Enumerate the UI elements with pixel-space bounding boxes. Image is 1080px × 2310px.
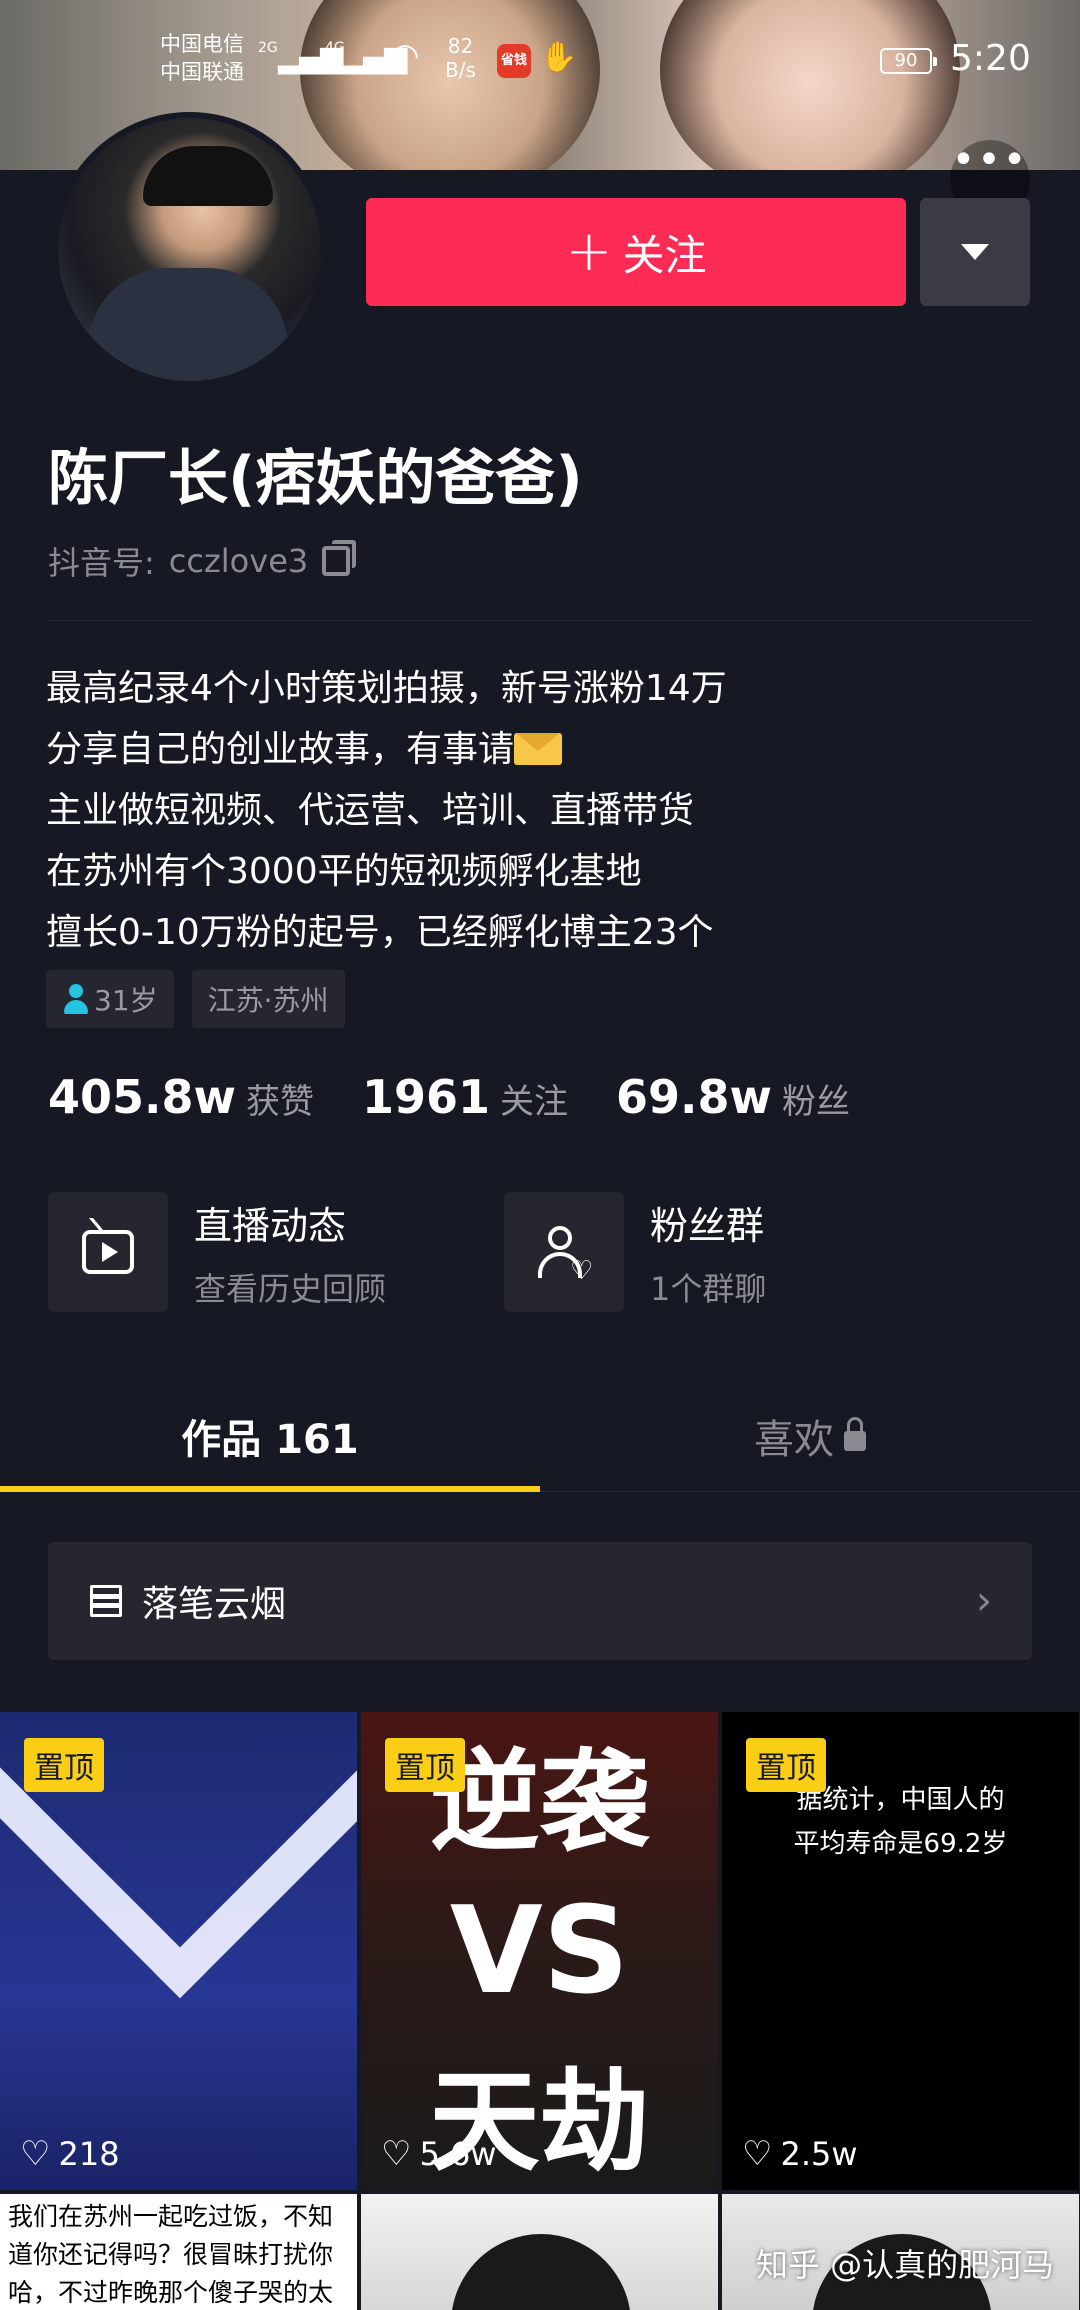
envelope-icon [514, 733, 563, 765]
video-thumbnail[interactable] [361, 2194, 718, 2310]
heart-icon: ♡ [20, 2134, 51, 2174]
wifi-icon: ◠ [390, 36, 420, 76]
chevron-right-icon: › [976, 1578, 992, 1624]
stat-following[interactable]: 1961 关注 [362, 1070, 568, 1124]
location-tag: 江苏·苏州 [191, 970, 345, 1028]
bio-line: 分享自己的创业故事，有事请 [46, 719, 727, 780]
content-tabs: 作品 161 喜欢 [0, 1380, 1080, 1492]
person-icon [62, 982, 90, 1016]
douyin-id-label: 抖音号: [48, 544, 155, 582]
douyin-id-value: cczlove3 [168, 542, 309, 580]
avatar-jacket [88, 268, 288, 381]
fan-group-subtitle: 1个群聊 [650, 1269, 767, 1308]
stat-followers[interactable]: 69.8w 粉丝 [616, 1070, 850, 1124]
profile-stats: 405.8w 获赞 1961 关注 69.8w 粉丝 [48, 1070, 898, 1124]
video-likes: ♡ 5.6w [381, 2134, 497, 2174]
app-notification-icon: 省钱 [497, 44, 531, 78]
fan-group-title: 粉丝群 [650, 1203, 765, 1248]
pinned-badge: 置顶 [24, 1738, 104, 1792]
fan-group-icon: ♡ [536, 1224, 593, 1286]
avatar[interactable] [52, 112, 327, 387]
live-icon-box [48, 1192, 168, 1312]
video-overlay-text: VS [449, 1882, 630, 2021]
tv-icon [82, 1230, 134, 1274]
pinned-badge: 置顶 [385, 1738, 465, 1792]
carrier-names: 中国电信 中国联通 [160, 32, 244, 84]
status-bar: 中国电信 中国联通 2G ▂▄▆ 4G ▂▄▆ ◠ 82 B/s 省钱 ✋ 90… [0, 0, 1080, 120]
video-thumbnail[interactable]: 置顶 ♡ 218 [0, 1712, 357, 2190]
video-overlay-text: 逆袭 [429, 1738, 650, 1866]
clock: 5:20 [950, 38, 1031, 79]
fan-group-icon-box: ♡ [504, 1192, 624, 1312]
video-likes: ♡ 2.5w [742, 2134, 858, 2174]
plus-icon: + [565, 219, 613, 284]
lock-icon [844, 1417, 866, 1451]
watermark: 知乎 @认真的肥河马 [756, 2246, 1055, 2284]
pinned-badge: 置顶 [746, 1738, 826, 1792]
bio: 最高纪录4个小时策划拍摄，新号涨粉14万 分享自己的创业故事，有事请 主业做短视… [46, 658, 727, 963]
avatar-cap [143, 146, 273, 206]
live-title: 直播动态 [194, 1203, 347, 1248]
video-thumbnail[interactable]: 我们在苏州一起吃过饭，不知 道你还记得吗？很冒昧打扰你 哈，不过昨晚那个傻子哭的… [0, 2194, 357, 2310]
bio-line: 擅长0-10万粉的起号，已经孵化博主23个 [46, 912, 714, 953]
stat-likes[interactable]: 405.8w 获赞 [48, 1070, 314, 1124]
hand-icon: ✋ [540, 40, 578, 75]
bio-line: 在苏州有个3000平的短视频孵化基地 [46, 851, 642, 892]
collection-label: 落笔云烟 [142, 1584, 287, 1625]
tab-works[interactable]: 作品 161 [0, 1380, 540, 1492]
bio-line: 主业做短视频、代运营、培训、直播带货 [46, 790, 695, 831]
recommend-dropdown-button[interactable] [920, 198, 1030, 306]
fan-group-entry[interactable]: ♡ 粉丝群 1个群聊 [504, 1192, 766, 1312]
tab-likes[interactable]: 喜欢 [540, 1380, 1080, 1492]
follow-button[interactable]: + 关注 [366, 198, 906, 306]
live-history-entry[interactable]: 直播动态 查看历史回顾 [48, 1192, 386, 1312]
profile-name: 陈厂长(痞妖的爸爸) [48, 444, 583, 514]
battery-icon: 90 [880, 48, 937, 74]
network-speed: 82 B/s [445, 34, 476, 82]
heart-icon: ♡ [381, 2134, 412, 2174]
heart-icon: ♡ [742, 2134, 773, 2174]
divider [48, 620, 1032, 621]
video-thumbnail[interactable]: 逆袭 VS 天劫 置顶 ♡ 5.6w [361, 1712, 718, 2190]
active-tab-indicator [0, 1486, 540, 1492]
douyin-id: 抖音号: cczlove3 [48, 538, 357, 584]
video-thumbnail[interactable]: 据统计，中国人的 平均寿命是69.2岁 置顶 ♡ 2.5w [722, 1712, 1079, 2190]
age-tag: 31岁 [46, 970, 174, 1028]
triangle-down-icon [961, 244, 989, 260]
net-type-1: 2G [258, 40, 278, 56]
layers-icon [88, 1583, 124, 1619]
bio-line: 最高纪录4个小时策划拍摄，新号涨粉14万 [46, 668, 727, 709]
live-subtitle: 查看历史回顾 [194, 1269, 387, 1308]
video-likes: ♡ 218 [20, 2134, 120, 2174]
collection-entry[interactable]: 落笔云烟 › [48, 1542, 1032, 1660]
follow-label: 关注 [622, 230, 707, 280]
profile-tags: 31岁 江苏·苏州 [46, 970, 345, 1028]
copy-icon[interactable] [322, 540, 357, 576]
video-grid: 置顶 ♡ 218 逆袭 VS 天劫 置顶 ♡ 5.6w 据统计，中国人的 平均寿… [0, 1712, 1080, 2310]
